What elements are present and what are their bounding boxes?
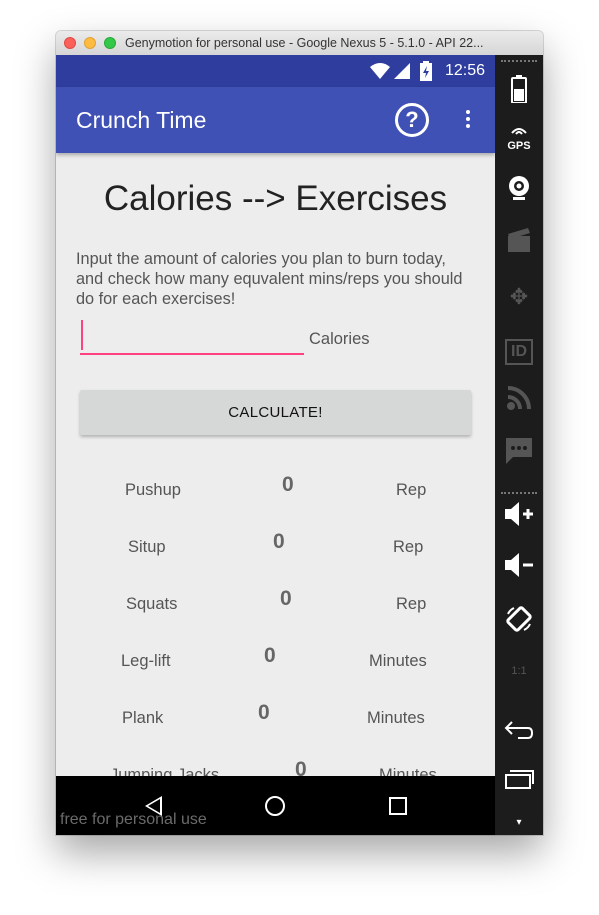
status-bar: 12:56 — [56, 55, 495, 87]
id-label: ID — [505, 339, 533, 365]
window-title: Genymotion for personal use - Google Nex… — [125, 36, 484, 50]
page-description: Input the amount of calories you plan to… — [76, 250, 463, 308]
exercise-value: 0 — [273, 530, 285, 553]
text-cursor — [81, 320, 83, 350]
sms-icon[interactable] — [503, 437, 535, 469]
exercise-unit: Rep — [393, 538, 424, 556]
exercise-name: Pushup — [125, 481, 181, 499]
exercise-row: Squats 0 Rep — [56, 587, 495, 627]
emulator-window: Genymotion for personal use - Google Nex… — [56, 31, 543, 835]
watermark: free for personal use — [60, 811, 207, 828]
exercise-unit: Rep — [396, 595, 427, 613]
emulator-toolbar: GPS ✥ ID 1:1 ▾ — [495, 55, 543, 835]
camera-icon[interactable] — [503, 175, 535, 207]
rotate-icon[interactable] — [503, 604, 535, 636]
gps-label: GPS — [507, 140, 531, 152]
exercise-row: Leg-lift 0 Minutes — [56, 644, 495, 684]
overflow-menu-icon[interactable] — [461, 107, 475, 133]
toolbar-divider — [501, 492, 537, 496]
exercise-value: 0 — [282, 473, 294, 496]
rss-icon[interactable] — [503, 385, 535, 417]
pixel-perfect-icon[interactable]: 1:1 — [503, 655, 535, 687]
app-title: Crunch Time — [76, 107, 207, 133]
exercise-name: Squats — [126, 595, 178, 613]
close-window-button[interactable] — [64, 37, 76, 49]
app-bar: Crunch Time ? — [56, 87, 495, 153]
page-heading: Calories --> Exercises — [103, 179, 448, 218]
status-time: 12:56 — [444, 62, 485, 79]
exercise-name: Leg-lift — [121, 652, 171, 670]
back-nav-icon[interactable] — [503, 717, 535, 749]
exercise-row: Plank 0 Minutes — [56, 701, 495, 741]
battery-icon — [420, 61, 432, 81]
volume-up-icon[interactable] — [503, 501, 535, 533]
exercise-value: 0 — [258, 701, 270, 724]
exercise-name: Plank — [122, 709, 164, 727]
clapperboard-icon[interactable] — [503, 227, 535, 259]
chevron-down-icon[interactable]: ▾ — [503, 807, 535, 835]
exercise-value: 0 — [264, 644, 276, 667]
help-icon[interactable]: ? — [395, 103, 429, 137]
exercise-unit: Minutes — [369, 652, 427, 670]
minimize-window-button[interactable] — [84, 37, 96, 49]
recent-apps-icon[interactable] — [389, 797, 407, 815]
exercise-row: Situp 0 Rep — [56, 530, 495, 570]
signal-icon — [394, 63, 410, 79]
battery-widget-icon[interactable] — [503, 75, 535, 107]
id-icon[interactable]: ID — [503, 333, 535, 365]
device-screen: 12:56 Crunch Time ? Calories --> Exercis… — [56, 55, 495, 835]
exercise-value: 0 — [280, 587, 292, 610]
home-icon[interactable] — [265, 796, 285, 816]
calories-label: Calories — [309, 330, 370, 348]
move-icon[interactable]: ✥ — [503, 281, 535, 313]
zoom-window-button[interactable] — [104, 37, 116, 49]
calculate-button[interactable]: CALCULATE! — [80, 390, 471, 435]
wifi-icon — [370, 63, 390, 79]
exercise-row: Pushup 0 Rep — [56, 473, 495, 513]
calories-input[interactable] — [80, 317, 304, 355]
exercise-unit: Rep — [396, 481, 427, 499]
recent-apps-toolbar-icon[interactable] — [503, 767, 535, 799]
gps-icon[interactable]: GPS — [503, 125, 535, 157]
toolbar-divider — [501, 60, 537, 64]
volume-down-icon[interactable] — [503, 552, 535, 584]
exercise-unit: Minutes — [367, 709, 425, 727]
exercise-name: Situp — [128, 538, 166, 556]
window-titlebar: Genymotion for personal use - Google Nex… — [56, 31, 543, 56]
